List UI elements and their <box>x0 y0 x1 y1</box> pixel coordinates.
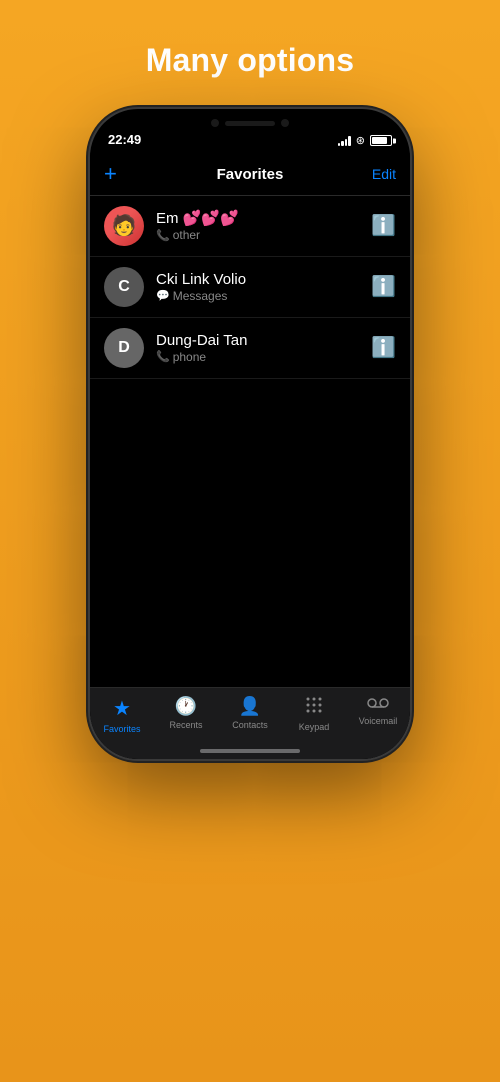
signal-icon <box>338 136 351 146</box>
message-icon-cki: 💬 <box>156 289 170 302</box>
recents-icon: 🕐 <box>175 696 197 717</box>
favorites-label: Favorites <box>103 724 140 734</box>
favorites-icon: ★ <box>113 696 131 721</box>
tab-keypad[interactable]: Keypad <box>287 696 342 732</box>
wifi-icon: ⊛ <box>356 134 365 147</box>
screen-content: + Favorites Edit 🧑 Em 💕💕💕 📞 other ℹ️ <box>90 153 410 759</box>
status-time: 22:49 <box>108 132 141 147</box>
add-favorite-button[interactable]: + <box>104 161 117 187</box>
contact-info-dung: Dung-Dai Tan 📞 phone <box>156 332 371 364</box>
avatar-dung: D <box>104 328 144 368</box>
voicemail-icon <box>367 696 389 713</box>
tab-voicemail[interactable]: Voicemail <box>351 696 406 726</box>
contacts-icon: 👤 <box>239 696 261 717</box>
phone-icon-dung: 📞 <box>156 350 170 363</box>
contact-sub-em: 📞 other <box>156 228 371 242</box>
recents-label: Recents <box>169 720 202 730</box>
contact-info-em: Em 💕💕💕 📞 other <box>156 209 371 242</box>
notch <box>185 109 315 137</box>
tab-recents[interactable]: 🕐 Recents <box>159 696 214 730</box>
phone-screen: 22:49 ⊛ + Favorites Edit <box>90 109 410 759</box>
contact-sub-cki: 💬 Messages <box>156 289 371 303</box>
contact-row-dung[interactable]: D Dung-Dai Tan 📞 phone ℹ️ <box>90 318 410 379</box>
contact-row-cki[interactable]: C Cki Link Volio 💬 Messages ℹ️ <box>90 257 410 318</box>
tab-favorites[interactable]: ★ Favorites <box>95 696 150 734</box>
nav-title: Favorites <box>217 166 284 183</box>
phone-shell: 22:49 ⊛ + Favorites Edit <box>90 109 410 759</box>
battery-icon <box>370 135 392 146</box>
contact-row-em[interactable]: 🧑 Em 💕💕💕 📞 other ℹ️ <box>90 196 410 257</box>
contact-info-cki: Cki Link Volio 💬 Messages <box>156 271 371 303</box>
voicemail-label: Voicemail <box>359 716 398 726</box>
tab-contacts[interactable]: 👤 Contacts <box>223 696 278 730</box>
contact-sub-dung: 📞 phone <box>156 350 371 364</box>
contact-name-dung: Dung-Dai Tan <box>156 332 371 349</box>
avatar-em: 🧑 <box>104 206 144 246</box>
contact-name-cki: Cki Link Volio <box>156 271 371 288</box>
phone-icon-em: 📞 <box>156 229 170 242</box>
contact-name-em: Em 💕💕💕 <box>156 209 371 227</box>
home-indicator <box>200 749 300 753</box>
avatar-cki: C <box>104 267 144 307</box>
info-button-cki[interactable]: ℹ️ <box>371 274 396 299</box>
edit-button[interactable]: Edit <box>372 166 396 182</box>
status-icons: ⊛ <box>338 134 392 147</box>
keypad-icon <box>305 696 323 719</box>
contacts-label: Contacts <box>232 720 268 730</box>
info-button-em[interactable]: ℹ️ <box>371 213 396 238</box>
keypad-label: Keypad <box>299 722 330 732</box>
nav-header: + Favorites Edit <box>90 153 410 195</box>
page-title: Many options <box>146 42 355 79</box>
info-button-dung[interactable]: ℹ️ <box>371 335 396 360</box>
